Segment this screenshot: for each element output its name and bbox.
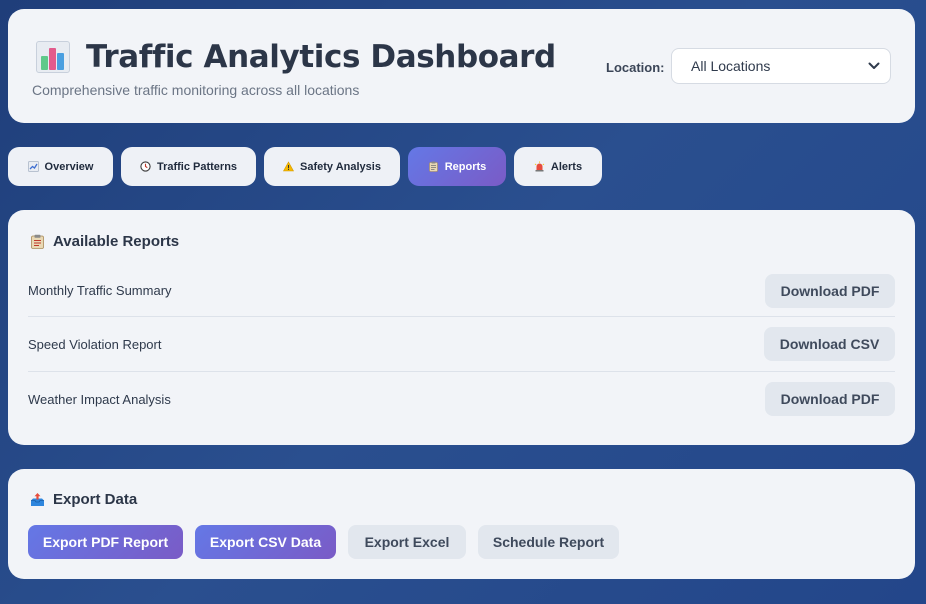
clock-icon — [140, 161, 151, 172]
schedule-report-button[interactable]: Schedule Report — [478, 525, 619, 559]
chart-increasing-icon — [27, 161, 39, 172]
export-section-title: Export Data — [30, 491, 137, 508]
location-selected-value: All Locations — [691, 58, 771, 74]
location-select[interactable]: All Locations — [671, 48, 891, 84]
reports-card: Available Reports Monthly Traffic Summar… — [8, 210, 915, 445]
title-row: Traffic Analytics Dashboard — [36, 39, 556, 75]
tab-alerts[interactable]: Alerts — [514, 147, 602, 186]
download-csv-button[interactable]: Download CSV — [764, 327, 895, 361]
siren-icon — [534, 161, 545, 172]
page-title: Traffic Analytics Dashboard — [86, 39, 556, 75]
download-pdf-button[interactable]: Download PDF — [765, 273, 895, 308]
report-name: Speed Violation Report — [28, 336, 162, 352]
report-name: Monthly Traffic Summary — [28, 283, 172, 298]
chevron-down-icon — [868, 62, 880, 69]
reports-title: Available Reports — [53, 233, 180, 250]
tab-label: Safety Analysis — [300, 160, 381, 173]
report-row: Weather Impact Analysis Download PDF — [28, 371, 895, 426]
export-csv-data-button[interactable]: Export CSV Data — [195, 525, 336, 559]
tab-label: Overview — [44, 160, 94, 173]
tab-traffic-patterns[interactable]: Traffic Patterns — [121, 147, 256, 186]
export-card: Export Data Export PDF Report Export CSV… — [8, 469, 915, 579]
export-pdf-report-button[interactable]: Export PDF Report — [28, 525, 183, 559]
page-subtitle: Comprehensive traffic monitoring across … — [32, 82, 360, 98]
tab-reports[interactable]: Reports — [408, 147, 506, 186]
bar-chart-icon — [36, 41, 70, 73]
report-row: Speed Violation Report Download CSV — [28, 316, 895, 371]
reports-section-title: Available Reports — [30, 233, 179, 250]
export-excel-button[interactable]: Export Excel — [348, 525, 466, 559]
location-label: Location: — [606, 60, 665, 75]
tab-label: Reports — [444, 160, 487, 173]
tab-overview[interactable]: Overview — [8, 147, 113, 186]
export-title: Export Data — [53, 491, 138, 508]
tab-label: Traffic Patterns — [156, 160, 238, 173]
report-row: Monthly Traffic Summary Download PDF — [28, 263, 895, 318]
download-pdf-button[interactable]: Download PDF — [765, 382, 895, 416]
warning-icon — [283, 161, 295, 172]
report-name: Weather Impact Analysis — [28, 391, 171, 407]
header-card: Traffic Analytics Dashboard Comprehensiv… — [8, 9, 915, 123]
clipboard-icon — [428, 161, 438, 172]
tab-label: Alerts — [550, 160, 583, 173]
clipboard-icon — [31, 234, 44, 249]
tab-safety-analysis[interactable]: Safety Analysis — [264, 147, 400, 186]
outbox-tray-icon — [31, 493, 44, 506]
